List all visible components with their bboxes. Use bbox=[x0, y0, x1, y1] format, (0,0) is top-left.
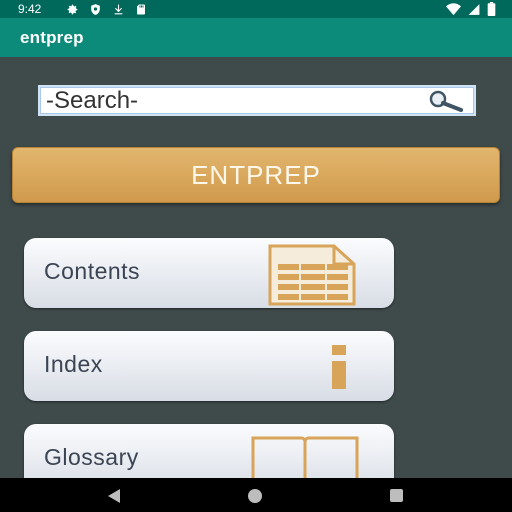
recent-apps-icon[interactable] bbox=[390, 489, 403, 502]
document-list-icon bbox=[268, 244, 356, 306]
navigation-bar bbox=[0, 478, 512, 512]
index-button[interactable]: Index bbox=[24, 331, 394, 401]
contents-label: Contents bbox=[44, 258, 141, 284]
index-label: Index bbox=[44, 351, 103, 377]
status-bar: 9:42 bbox=[0, 0, 512, 18]
search-icon[interactable] bbox=[426, 90, 466, 112]
battery-icon bbox=[487, 2, 496, 16]
glossary-label: Glossary bbox=[44, 444, 139, 470]
open-book-icon bbox=[251, 436, 359, 482]
gear-icon bbox=[67, 4, 78, 14]
search-box[interactable] bbox=[38, 85, 476, 116]
download-icon bbox=[114, 4, 123, 14]
info-icon bbox=[332, 345, 346, 389]
wifi-icon bbox=[446, 2, 461, 15]
sd-card-icon bbox=[137, 4, 145, 14]
signal-icon bbox=[468, 3, 480, 15]
home-icon[interactable] bbox=[248, 489, 262, 503]
status-notification-icons bbox=[66, 2, 147, 16]
banner-label: ENTPREP bbox=[191, 159, 321, 190]
status-system-icons bbox=[446, 2, 496, 16]
app-bar: entprep bbox=[0, 18, 512, 57]
contents-button[interactable]: Contents bbox=[24, 238, 394, 308]
entprep-banner: ENTPREP bbox=[12, 147, 500, 203]
back-icon[interactable] bbox=[106, 488, 122, 504]
search-input[interactable] bbox=[46, 87, 426, 114]
app-title: entprep bbox=[20, 28, 84, 47]
status-time: 9:42 bbox=[18, 2, 42, 16]
shield-icon bbox=[91, 3, 100, 15]
